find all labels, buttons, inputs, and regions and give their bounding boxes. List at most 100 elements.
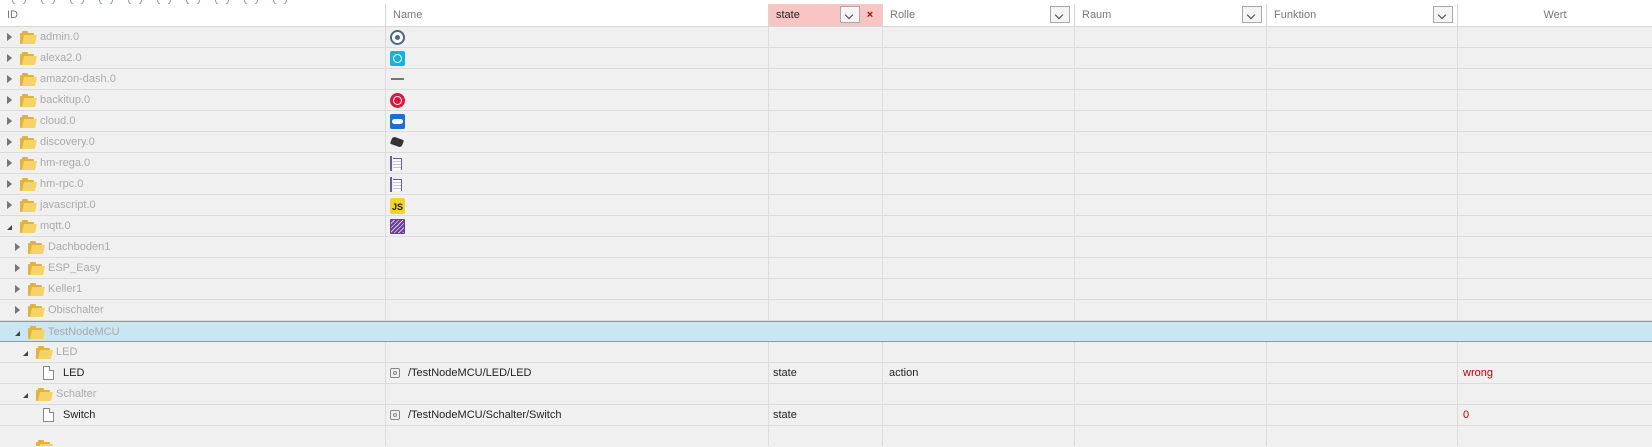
role-cell [883,69,1075,89]
expand-icon[interactable] [13,279,23,299]
role-cell [883,300,1075,320]
object-id: cloud.0 [40,115,76,127]
id-cell: javascript.0 [0,195,386,215]
header-name-label: Name [393,9,423,21]
value-cell [1458,300,1652,320]
type-cell [769,300,883,320]
state-icon [390,368,400,378]
tree-row-led-folder[interactable]: LED [0,342,1652,363]
type-cell: state [769,363,883,383]
collapse-icon[interactable] [5,216,15,236]
collapse-icon[interactable] [21,384,31,404]
folder-icon [20,94,37,107]
expand-icon[interactable] [5,132,15,152]
tree-row-amazon-dash[interactable]: amazon-dash.0 [0,69,1652,90]
tree-row-javascript[interactable]: javascript.0 JS [0,195,1652,216]
tree-row-testnodemcu[interactable]: TestNodeMCU [0,321,1652,342]
type-cell [769,258,883,278]
expand-icon[interactable] [5,195,15,215]
type-cell [769,27,883,47]
rolle-filter-dropdown-icon[interactable] [1050,6,1070,23]
tree-row-esp-easy[interactable]: ESP_Easy [0,258,1652,279]
binoculars-icon [390,135,405,150]
object-id: Obischalter [48,304,104,316]
folder-icon [20,73,37,86]
header-type-filter[interactable]: state × [769,4,883,26]
tree-row-cloud[interactable]: cloud.0 [0,111,1652,132]
room-cell [1075,426,1267,446]
header-rolle-label: Rolle [890,9,916,21]
tree-row-led-state[interactable]: LED/TestNodeMCU/LED/LED state action wrong [0,363,1652,384]
expand-icon[interactable] [5,27,15,47]
tree-row-partial [0,426,1652,447]
room-cell [1075,27,1267,47]
header-name[interactable]: Name [386,4,769,26]
name-cell [386,384,769,404]
tree-row-schalter-folder[interactable]: Schalter [0,384,1652,405]
role-cell [883,111,1075,131]
object-name: /TestNodeMCU/LED/LED [408,367,532,379]
id-cell: Keller1 [0,279,386,299]
tree-row-backitup[interactable]: backitup.0 [0,90,1652,111]
tree-row-switch-state[interactable]: Switch/TestNodeMCU/Schalter/Switch state 0 [0,405,1652,426]
tree-row-dachboden1[interactable]: Dachboden1 [0,237,1652,258]
value-cell[interactable]: wrong [1458,363,1652,383]
value-cell [1458,342,1652,362]
mqtt-icon [390,219,405,234]
folder-icon [20,52,37,65]
header-funktion[interactable]: Funktion [1267,4,1458,26]
type-cell: state [769,405,883,425]
expand-icon[interactable] [5,48,15,68]
name-cell [386,279,769,299]
header-id[interactable]: ID [0,4,386,26]
object-id: LED [63,367,85,379]
tree-row-discovery[interactable]: discovery.0 [0,132,1652,153]
tree-row-obischalter[interactable]: Obischalter [0,300,1652,321]
object-id: LED [56,346,78,358]
tree-row-keller1[interactable]: Keller1 [0,279,1652,300]
tree-row-alexa2[interactable]: alexa2.0 [0,48,1652,69]
expand-icon[interactable] [13,237,23,257]
raum-filter-dropdown-icon[interactable] [1242,6,1262,23]
funktion-filter-dropdown-icon[interactable] [1433,6,1453,23]
type-filter-value: state [776,9,800,21]
expand-icon[interactable] [5,153,15,173]
room-cell [1075,363,1267,383]
function-cell [1267,27,1458,47]
object-id: ESP_Easy [48,262,101,274]
object-id: discovery.0 [40,136,95,148]
expand-icon[interactable] [5,90,15,110]
object-id: mqtt.0 [40,220,71,232]
alexa-icon [390,51,405,66]
name-cell [386,153,769,173]
expand-icon[interactable] [13,300,23,320]
name-cell [386,90,769,110]
header-rolle[interactable]: Rolle [883,4,1075,26]
expand-icon[interactable] [5,111,15,131]
folder-icon [20,115,37,128]
folder-icon [20,136,37,149]
value-cell [1458,48,1652,68]
tree-row-hm-rpc[interactable]: hm-rpc.0 [0,174,1652,195]
clear-filter-icon[interactable]: × [863,7,877,23]
name-cell [386,426,769,446]
object-id: amazon-dash.0 [40,73,116,85]
collapse-icon[interactable] [21,342,31,362]
value-cell[interactable]: 0 [1458,405,1652,425]
collapse-icon[interactable] [13,322,23,342]
tree-row-hm-rega[interactable]: hm-rega.0 [0,153,1652,174]
header-wert[interactable]: Wert [1458,4,1652,26]
state-document-icon [43,366,54,380]
room-cell [1075,405,1267,425]
type-cell [769,48,883,68]
javascript-icon: JS [390,198,405,214]
tree-row-admin[interactable]: admin.0 [0,27,1652,48]
id-cell: Schalter [0,384,386,404]
type-filter-dropdown-icon[interactable] [840,6,860,23]
expand-icon[interactable] [5,174,15,194]
tree-row-mqtt[interactable]: mqtt.0 [0,216,1652,237]
role-cell [883,174,1075,194]
header-raum[interactable]: Raum [1075,4,1267,26]
expand-icon[interactable] [13,258,23,278]
expand-icon[interactable] [5,69,15,89]
